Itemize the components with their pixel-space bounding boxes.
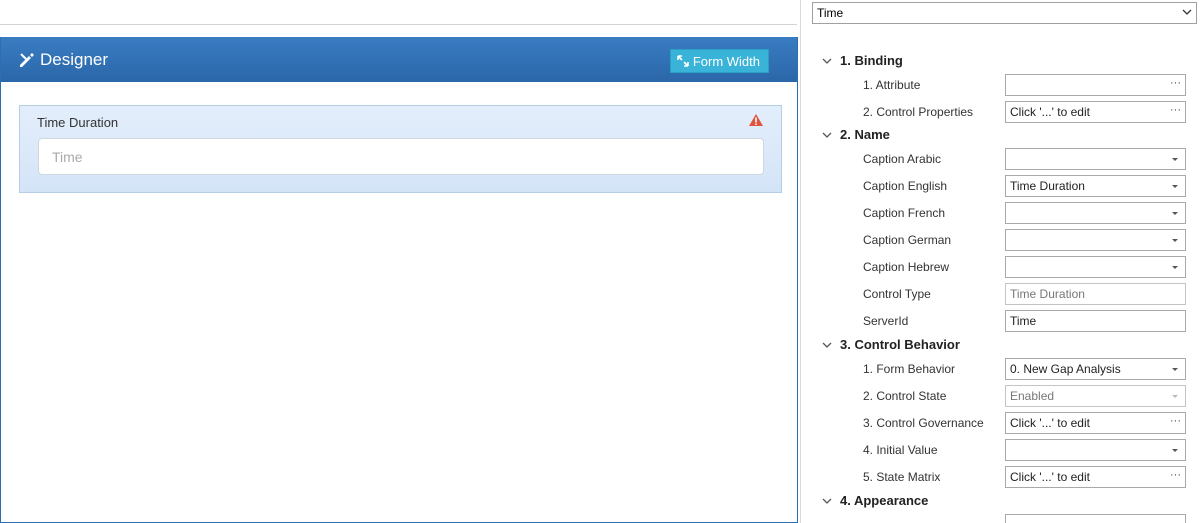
partial-row-field[interactable]	[1005, 514, 1186, 523]
section-control-behavior[interactable]: 3. Control Behavior	[822, 337, 960, 352]
dropdown-arrow-icon	[1172, 449, 1178, 452]
dropdown-arrow-icon	[1172, 239, 1178, 242]
form-width-label: Form Width	[692, 53, 760, 69]
caption-arabic-select[interactable]	[1005, 148, 1186, 170]
section-label: 3. Control Behavior	[840, 337, 960, 352]
dropdown-arrow-icon	[1172, 266, 1178, 269]
top-strip	[0, 0, 797, 25]
control-properties-field[interactable]: Click '...' to edit ···	[1005, 101, 1186, 123]
dropdown-arrow-icon	[1172, 212, 1178, 215]
ellipsis-button[interactable]: ···	[1170, 77, 1181, 89]
time-input[interactable]: Time	[38, 138, 764, 175]
prop-value: Time Duration	[1010, 287, 1085, 301]
state-matrix-field[interactable]: Click '...' to edit ···	[1005, 466, 1186, 488]
serverid-field[interactable]: Time	[1005, 310, 1186, 332]
dropdown-arrow-icon	[1172, 395, 1178, 398]
attribute-field[interactable]: ···	[1005, 74, 1186, 96]
section-label: 4. Appearance	[840, 493, 929, 508]
prop-label: Caption French	[863, 206, 946, 220]
chevron-down-icon	[1182, 9, 1192, 15]
caption-hebrew-select[interactable]	[1005, 256, 1186, 278]
prop-label: 1. Form Behavior	[863, 362, 956, 376]
prop-value: Click '...' to edit	[1010, 105, 1090, 119]
form-width-button[interactable]: Form Width	[669, 49, 769, 73]
dropdown-arrow-icon	[1172, 158, 1178, 161]
control-governance-field[interactable]: Click '...' to edit ···	[1005, 412, 1186, 434]
prop-value: Click '...' to edit	[1010, 470, 1090, 484]
section-binding[interactable]: 1. Binding	[822, 53, 903, 68]
caption-german-select[interactable]	[1005, 229, 1186, 251]
chevron-down-icon	[822, 132, 832, 138]
chevron-down-icon	[822, 58, 832, 64]
prop-value: Enabled	[1010, 389, 1055, 403]
caption-french-select[interactable]	[1005, 202, 1186, 224]
ellipsis-button[interactable]: ···	[1170, 415, 1181, 427]
property-panel: Time 1. Binding 1. Attribute ··· 2. Cont…	[800, 0, 1200, 523]
prop-label: ServerId	[863, 314, 909, 328]
pencil-icon	[20, 52, 34, 67]
caption-english-select[interactable]: Time Duration	[1005, 175, 1186, 197]
prop-label: Caption English	[863, 179, 948, 193]
screen: Designer Form Width Time Duration Time T…	[0, 0, 1200, 523]
prop-value: Time	[1010, 314, 1037, 328]
expand-icon	[677, 55, 689, 67]
control-selector-value: Time	[817, 6, 844, 20]
section-label: 2. Name	[840, 127, 890, 142]
control-selector[interactable]: Time	[812, 2, 1197, 24]
prop-value: Time Duration	[1010, 179, 1085, 193]
chevron-down-icon	[822, 498, 832, 504]
prop-label: 1. Attribute	[863, 78, 921, 92]
time-duration-field[interactable]: Time Duration Time	[19, 105, 782, 193]
prop-label: Caption Hebrew	[863, 260, 950, 274]
dropdown-arrow-icon	[1172, 185, 1178, 188]
designer-title: Designer	[40, 49, 109, 69]
ellipsis-button[interactable]: ···	[1170, 469, 1181, 481]
initial-value-select[interactable]	[1005, 439, 1186, 461]
prop-label: Control Type	[863, 287, 931, 301]
section-appearance[interactable]: 4. Appearance	[822, 493, 928, 508]
prop-value: Click '...' to edit	[1010, 416, 1090, 430]
prop-label: 5. State Matrix	[863, 470, 941, 484]
designer-header: Designer Form Width	[1, 37, 797, 82]
field-label: Time Duration	[37, 115, 119, 130]
designer-panel: Designer Form Width Time Duration Time	[0, 37, 798, 523]
control-type-field: Time Duration	[1005, 283, 1186, 305]
warning-icon	[749, 114, 763, 126]
prop-label: 2. Control Properties	[863, 105, 974, 119]
section-name[interactable]: 2. Name	[822, 127, 890, 142]
prop-label: 2. Control State	[863, 389, 947, 403]
prop-value: 0. New Gap Analysis	[1010, 362, 1121, 376]
chevron-down-icon	[822, 342, 832, 348]
prop-label: Caption Arabic	[863, 152, 942, 166]
prop-label: 4. Initial Value	[863, 443, 938, 457]
dropdown-arrow-icon	[1172, 368, 1178, 371]
form-behavior-select[interactable]: 0. New Gap Analysis	[1005, 358, 1186, 380]
section-label: 1. Binding	[840, 53, 903, 68]
prop-label: Caption German	[863, 233, 952, 247]
ellipsis-button[interactable]: ···	[1170, 104, 1181, 116]
control-state-select: Enabled	[1005, 385, 1186, 407]
prop-label: 3. Control Governance	[863, 416, 984, 430]
